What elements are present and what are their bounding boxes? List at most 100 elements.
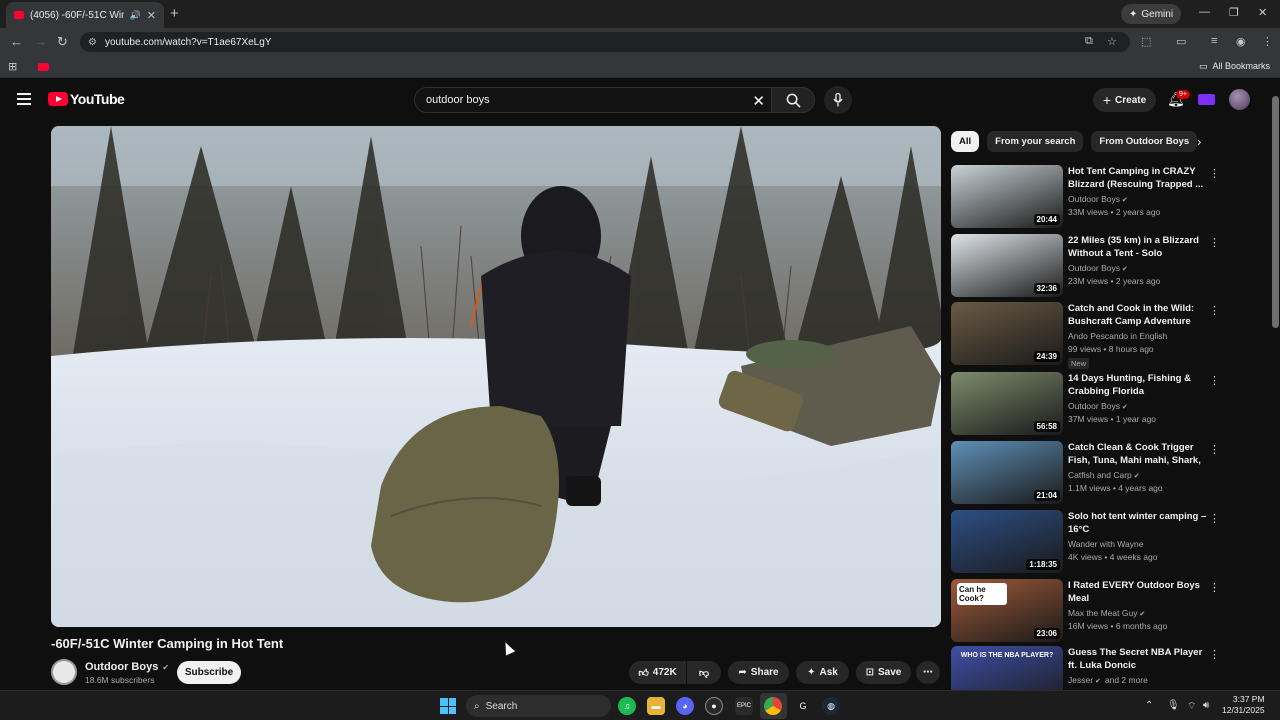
epic-games-icon[interactable]: EPIC: [735, 697, 753, 715]
volume-icon[interactable]: 🔊︎: [1203, 700, 1209, 711]
recommendation-title[interactable]: 22 Miles (35 km) in a Blizzard Without a…: [1068, 234, 1208, 261]
more-vertical-icon[interactable]: ⋮: [1209, 167, 1220, 180]
recommendation-channel[interactable]: Outdoor Boys ✔: [1068, 263, 1128, 273]
site-info-icon[interactable]: ⚙: [88, 37, 97, 48]
microphone-tray-icon[interactable]: 🎙︎: [1167, 700, 1180, 711]
recommendation-channel[interactable]: Max the Meat Guy ✔: [1068, 608, 1145, 618]
more-vertical-icon[interactable]: ⋮: [1209, 512, 1220, 525]
taskbar-clock[interactable]: 3:37 PM 12/31/2025: [1222, 694, 1265, 716]
minimize-icon[interactable]: —: [1199, 6, 1210, 18]
chip-from-your-search[interactable]: From your search: [987, 131, 1084, 152]
address-bar[interactable]: ⚙ youtube.com/watch?v=T1ae67XeLgY: [80, 32, 1130, 52]
save-button[interactable]: ⊡ Save: [856, 661, 911, 684]
channel-avatar[interactable]: [51, 659, 77, 685]
more-actions-button[interactable]: ⋯: [916, 661, 940, 684]
scrollbar-thumb[interactable]: [1272, 96, 1279, 328]
recommendation-item[interactable]: 24:39 Catch and Cook in the Wild: Bushcra…: [951, 302, 1261, 369]
chip-from-outdoor-boys[interactable]: From Outdoor Boys: [1091, 131, 1198, 152]
chip-all[interactable]: All: [951, 131, 980, 152]
video-thumbnail[interactable]: 32:36: [951, 234, 1063, 297]
more-vertical-icon[interactable]: ⋮: [1209, 648, 1220, 661]
more-vertical-icon[interactable]: ⋮: [1209, 581, 1220, 594]
steam-icon[interactable]: ◍: [822, 697, 840, 715]
recommendation-channel[interactable]: Wander with Wayne: [1068, 539, 1143, 549]
recommendation-channel[interactable]: Outdoor Boys ✔: [1068, 401, 1128, 411]
recommendation-item[interactable]: 1:18:35 Solo hot tent winter camping – 16…: [951, 510, 1261, 574]
recommendation-channel[interactable]: Ando Pescando in English: [1068, 331, 1167, 341]
browser-tab[interactable]: (4056) -60F/-51C Winter Ca 🔊 ✕: [6, 2, 164, 28]
recommendation-channel[interactable]: Outdoor Boys ✔: [1068, 194, 1128, 204]
more-vertical-icon[interactable]: ⋮: [1209, 443, 1220, 456]
wifi-icon[interactable]: ⌔: [1187, 700, 1196, 713]
all-bookmarks-button[interactable]: ▭ All Bookmarks: [1199, 61, 1270, 72]
back-icon[interactable]: ←: [10, 34, 23, 49]
dislike-button[interactable]: 👎︎: [687, 661, 721, 684]
new-tab-button[interactable]: +: [170, 5, 179, 22]
more-vertical-icon[interactable]: ⋮: [1209, 236, 1220, 249]
search-button[interactable]: [771, 87, 815, 113]
discord-icon[interactable]: ◕: [676, 697, 694, 715]
like-button[interactable]: 👍︎ 472K: [629, 661, 686, 684]
recommendation-channel[interactable]: Jesser ✔ and 2 more: [1068, 675, 1148, 685]
youtube-logo[interactable]: YouTube: [48, 91, 125, 107]
recommendation-title[interactable]: Hot Tent Camping in CRAZY Blizzard (Resc…: [1068, 165, 1208, 191]
video-thumbnail[interactable]: 24:39: [951, 302, 1063, 365]
windows-start-icon[interactable]: [440, 698, 456, 714]
more-vertical-icon[interactable]: ⋮: [1209, 304, 1220, 317]
recommendation-title[interactable]: I Rated EVERY Outdoor Boys Meal: [1068, 579, 1208, 605]
recommendation-item[interactable]: 21:04 Catch Clean & Cook Trigger Fish, Tu…: [951, 441, 1261, 505]
recommendation-item[interactable]: 32:36 22 Miles (35 km) in a Blizzard With…: [951, 234, 1261, 298]
channel-name[interactable]: Outdoor Boys ✔: [85, 661, 169, 673]
recommendation-title[interactable]: Guess The Secret NBA Player ft. Luka Don…: [1068, 646, 1208, 672]
forward-icon[interactable]: →: [34, 34, 47, 49]
close-window-icon[interactable]: ✕: [1258, 6, 1267, 19]
recommendation-channel[interactable]: Catfish and Carp ✔: [1068, 470, 1140, 480]
apps-grid-icon[interactable]: ⊞: [8, 60, 17, 73]
reload-icon[interactable]: ↻: [57, 34, 68, 50]
recommendation-item[interactable]: 56:58 14 Days Hunting, Fishing & Crabbing…: [951, 372, 1261, 436]
restore-icon[interactable]: ❐: [1229, 6, 1239, 19]
install-app-icon[interactable]: ⧉: [1085, 35, 1093, 48]
split-view-icon[interactable]: ▭: [1176, 35, 1186, 48]
video-thumbnail[interactable]: 21:04: [951, 441, 1063, 504]
bookmark-star-icon[interactable]: ☆: [1107, 35, 1117, 48]
video-thumbnail[interactable]: 56:58: [951, 372, 1063, 435]
recommendation-title[interactable]: 14 Days Hunting, Fishing & Crabbing Flor…: [1068, 372, 1208, 398]
gemini-button[interactable]: ✦ Gemini: [1121, 4, 1182, 24]
subscribe-button[interactable]: Subscribe: [177, 661, 241, 684]
video-thumbnail[interactable]: Can he Cook? 23:06: [951, 579, 1063, 642]
recommendation-title[interactable]: Catch Clean & Cook Trigger Fish, Tuna, M…: [1068, 441, 1208, 468]
tray-chevron-up-icon[interactable]: ⌃: [1145, 700, 1153, 711]
spotify-icon[interactable]: ♫: [618, 697, 636, 715]
recommendation-item[interactable]: 20:44 Hot Tent Camping in CRAZY Blizzard …: [951, 165, 1261, 229]
file-explorer-icon[interactable]: ▬: [647, 697, 665, 715]
voice-search-button[interactable]: [824, 86, 852, 114]
more-vertical-icon[interactable]: ⋮: [1209, 374, 1220, 387]
guide-menu-icon[interactable]: [17, 93, 31, 108]
chevron-right-icon[interactable]: ›: [1197, 134, 1201, 149]
recommendation-title[interactable]: Solo hot tent winter camping – 16°C: [1068, 510, 1208, 536]
premium-icon[interactable]: [1198, 94, 1215, 105]
recommendation-item[interactable]: Can he Cook? 23:06 I Rated EVERY Outdoor B…: [951, 579, 1261, 643]
taskbar-search[interactable]: ⌕ Search: [466, 695, 611, 717]
extensions-icon[interactable]: ⬚: [1141, 35, 1151, 48]
close-tab-icon[interactable]: ✕: [147, 9, 156, 22]
audio-icon[interactable]: 🔊: [130, 10, 141, 21]
media-controls-icon[interactable]: ≡: [1211, 35, 1217, 47]
github-icon[interactable]: ●: [705, 697, 723, 715]
video-player[interactable]: [51, 126, 941, 627]
clear-search-icon[interactable]: ✕: [752, 92, 765, 110]
recommendation-title[interactable]: Catch and Cook in the Wild: Bushcraft Ca…: [1068, 302, 1208, 329]
chrome-icon[interactable]: [764, 697, 782, 715]
share-button[interactable]: ➦ Share: [728, 661, 789, 684]
profile-icon[interactable]: ◉: [1236, 35, 1246, 48]
ask-button[interactable]: ✦ Ask: [796, 661, 849, 684]
account-avatar[interactable]: [1229, 89, 1250, 110]
youtube-bookmark-icon[interactable]: [38, 63, 49, 71]
video-thumbnail[interactable]: 1:18:35: [951, 510, 1063, 573]
search-input[interactable]: outdoor boys ✕: [414, 87, 772, 113]
create-button[interactable]: + Create: [1093, 88, 1156, 112]
g-app-icon[interactable]: G: [794, 697, 812, 715]
menu-kebab-icon[interactable]: ⋮: [1262, 35, 1273, 48]
video-thumbnail[interactable]: 20:44: [951, 165, 1063, 228]
